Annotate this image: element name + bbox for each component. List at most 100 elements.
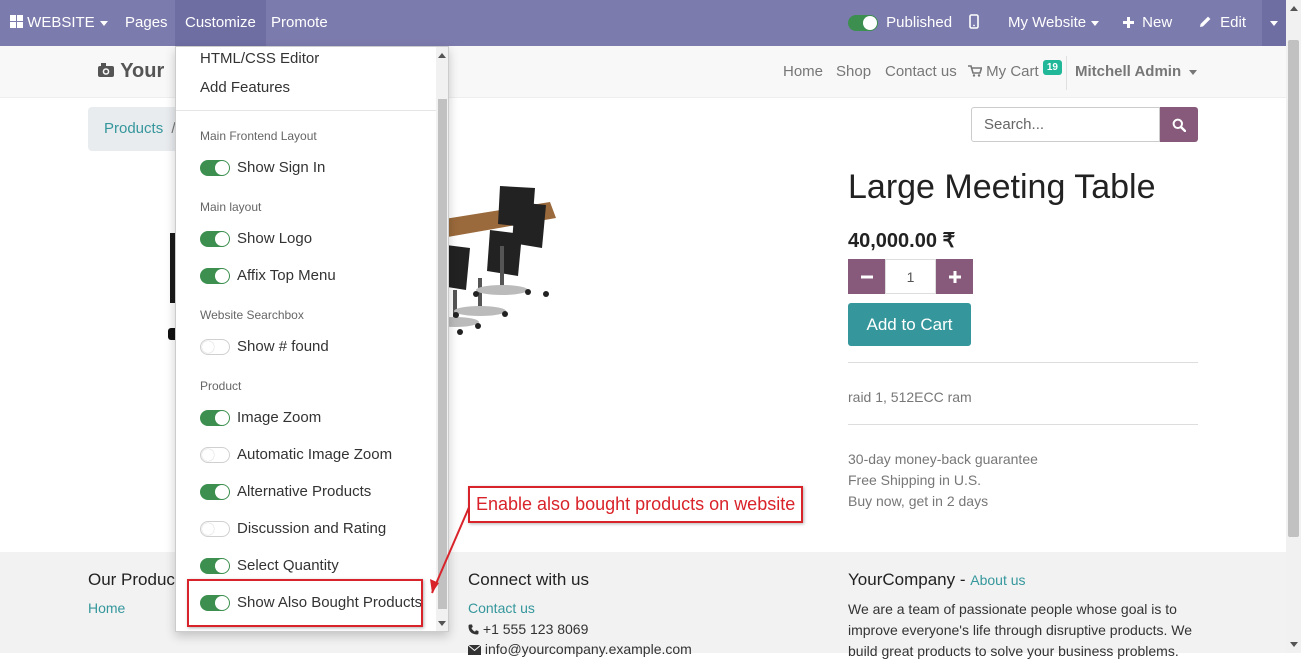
scroll-down-arrow-icon[interactable] bbox=[438, 621, 446, 626]
footer-company-text-line: build great products to solve your busin… bbox=[848, 643, 1179, 659]
toggle-switch[interactable] bbox=[200, 484, 230, 501]
section-product: Product bbox=[200, 379, 242, 393]
nav-contact-us[interactable]: Contact us bbox=[885, 46, 957, 98]
section-main-layout: Main layout bbox=[200, 200, 262, 214]
menu-item-html-css-editor[interactable]: HTML/CSS Editor bbox=[200, 50, 319, 67]
website-menu[interactable]: WEBSITE bbox=[10, 0, 108, 46]
footer-products-heading: Our Produc bbox=[88, 570, 175, 589]
shopping-cart-icon bbox=[968, 65, 983, 77]
toggle-switch[interactable] bbox=[200, 521, 230, 538]
toggle-switch[interactable] bbox=[200, 410, 230, 427]
nav-divider bbox=[1066, 56, 1067, 90]
footer-company-text-line: improve everyone's life through disrupti… bbox=[848, 622, 1193, 638]
footer-phone-text: +1 555 123 8069 bbox=[482, 621, 589, 637]
my-website-menu[interactable]: My Website bbox=[1008, 0, 1100, 46]
terms-line: Buy now, get in 2 days bbox=[848, 493, 989, 509]
nav-my-cart[interactable]: My Cart 19 bbox=[968, 46, 1062, 98]
highlight-box bbox=[187, 579, 423, 627]
chevron-down-icon bbox=[1270, 20, 1278, 26]
option-affix-top-menu[interactable]: Affix Top Menu bbox=[200, 267, 336, 285]
increase-quantity-button[interactable] bbox=[936, 259, 973, 294]
option-label: Show # found bbox=[237, 338, 329, 355]
plus-icon bbox=[1123, 17, 1134, 28]
menu-item-add-features[interactable]: Add Features bbox=[200, 79, 290, 96]
pages-menu[interactable]: Pages bbox=[125, 0, 168, 46]
option-label: Discussion and Rating bbox=[237, 520, 387, 537]
page-scrollbar[interactable] bbox=[1286, 0, 1301, 653]
option-show-logo[interactable]: Show Logo bbox=[200, 230, 312, 248]
option-alternative-products[interactable]: Alternative Products bbox=[200, 483, 371, 501]
pencil-icon bbox=[1200, 16, 1211, 27]
published-label: Published bbox=[886, 14, 953, 31]
my-website-label: My Website bbox=[1008, 14, 1087, 31]
option-label: Affix Top Menu bbox=[237, 267, 336, 284]
product-price: 40,000.00 ₹ bbox=[848, 230, 956, 252]
camera-icon bbox=[98, 63, 114, 77]
minus-icon bbox=[860, 275, 873, 279]
mobile-preview-button[interactable] bbox=[969, 0, 979, 46]
scroll-up-arrow-icon[interactable] bbox=[1290, 6, 1298, 11]
option-label: Image Zoom bbox=[237, 409, 322, 426]
footer-company-separator: - bbox=[959, 570, 966, 589]
terms-line: Free Shipping in U.S. bbox=[848, 472, 982, 488]
toggle-switch[interactable] bbox=[200, 558, 230, 575]
promote-menu[interactable]: Promote bbox=[271, 0, 328, 46]
plus-icon bbox=[948, 271, 961, 283]
option-label: Alternative Products bbox=[237, 483, 372, 500]
footer-email[interactable]: info@yourcompany.example.com bbox=[467, 641, 692, 657]
product-description: raid 1, 512ECC ram bbox=[848, 389, 972, 405]
search-icon bbox=[1172, 118, 1186, 132]
option-discussion-and-rating[interactable]: Discussion and Rating bbox=[200, 520, 386, 538]
quantity-stepper bbox=[848, 259, 973, 294]
edit-button[interactable]: Edit bbox=[1199, 0, 1246, 46]
chevron-down-icon bbox=[1091, 20, 1100, 26]
scroll-up-arrow-icon[interactable] bbox=[438, 53, 446, 58]
add-to-cart-button[interactable]: Add to Cart bbox=[848, 303, 971, 346]
published-switch[interactable] bbox=[848, 15, 878, 32]
option-image-zoom[interactable]: Image Zoom bbox=[200, 409, 321, 427]
option-automatic-image-zoom[interactable]: Automatic Image Zoom bbox=[200, 446, 392, 464]
option-show-found[interactable]: Show # found bbox=[200, 338, 329, 356]
customize-menu[interactable]: Customize bbox=[175, 0, 266, 46]
toggle-switch[interactable] bbox=[200, 339, 230, 356]
nav-shop[interactable]: Shop bbox=[836, 46, 871, 98]
edit-dropdown-toggle[interactable] bbox=[1262, 0, 1286, 46]
footer-email-text: info@yourcompany.example.com bbox=[484, 641, 692, 657]
nav-home[interactable]: Home bbox=[783, 46, 823, 98]
user-menu[interactable]: Mitchell Admin bbox=[1075, 46, 1198, 98]
site-logo[interactable]: Your bbox=[97, 60, 164, 83]
new-button[interactable]: New bbox=[1123, 0, 1172, 46]
customize-dropdown: HTML/CSS Editor Add Features Main Fronte… bbox=[175, 46, 449, 632]
search-input[interactable] bbox=[971, 107, 1160, 142]
scroll-down-arrow-icon[interactable] bbox=[1290, 642, 1298, 647]
quantity-input[interactable] bbox=[885, 259, 936, 294]
toggle-switch[interactable] bbox=[200, 447, 230, 464]
option-label: Automatic Image Zoom bbox=[237, 446, 393, 463]
option-show-sign-in[interactable]: Show Sign In bbox=[200, 159, 325, 177]
toggle-switch[interactable] bbox=[200, 231, 230, 248]
decrease-quantity-button[interactable] bbox=[848, 259, 885, 294]
footer-company-heading: YourCompany - About us bbox=[848, 570, 1026, 590]
toggle-switch[interactable] bbox=[200, 268, 230, 285]
product-title: Large Meeting Table bbox=[848, 168, 1156, 206]
new-label: New bbox=[1142, 14, 1173, 31]
footer-contact-link[interactable]: Contact us bbox=[468, 600, 535, 616]
publish-toggle[interactable]: Published bbox=[848, 0, 952, 46]
menu-divider bbox=[176, 110, 436, 111]
mobile-icon bbox=[969, 14, 979, 29]
option-label: Show Sign In bbox=[237, 159, 326, 176]
cart-count-badge: 19 bbox=[1042, 60, 1062, 75]
footer-about-link[interactable]: About us bbox=[970, 572, 1025, 588]
my-cart-label: My Cart bbox=[986, 63, 1039, 80]
divider bbox=[848, 424, 1198, 425]
scroll-thumb[interactable] bbox=[1288, 40, 1299, 537]
search-button[interactable] bbox=[1160, 107, 1198, 142]
footer-home-link[interactable]: Home bbox=[88, 600, 125, 616]
option-label: Show Logo bbox=[237, 230, 313, 247]
breadcrumb-products[interactable]: Products bbox=[104, 120, 163, 137]
footer-phone: +1 555 123 8069 bbox=[468, 621, 588, 637]
footer-connect-heading: Connect with us bbox=[468, 570, 589, 589]
option-select-quantity[interactable]: Select Quantity bbox=[200, 557, 339, 575]
chevron-down-icon bbox=[99, 20, 108, 26]
toggle-switch[interactable] bbox=[200, 160, 230, 177]
